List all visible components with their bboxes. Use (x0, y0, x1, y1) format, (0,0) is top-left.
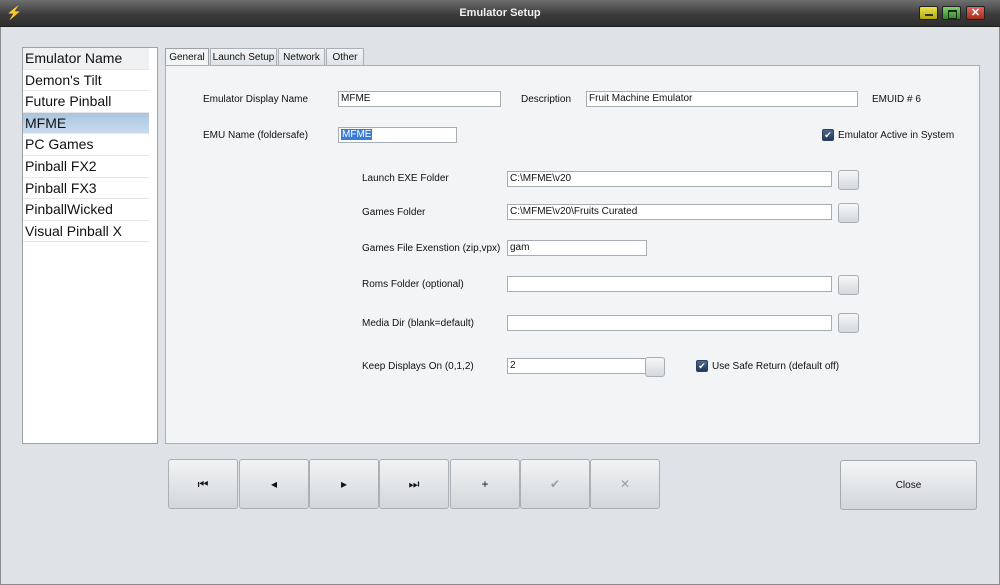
emu-name-field[interactable]: MFME (338, 127, 457, 143)
media-dir-field[interactable] (507, 315, 832, 331)
keep-displays-label: Keep Displays On (0,1,2) (362, 361, 474, 372)
prior-record-icon: ◂ (270, 477, 278, 491)
list-header-emulator-name[interactable]: Emulator Name (23, 48, 149, 70)
games-folder-field[interactable]: C:\MFME\v20\Fruits Curated (507, 204, 832, 220)
emuid-display: EMUID # 6 (872, 94, 921, 105)
description-label: Description (521, 94, 572, 105)
minimize-button[interactable] (919, 6, 938, 20)
launch-exe-browse-button[interactable] (838, 170, 859, 190)
tab-network[interactable]: Network (278, 48, 325, 66)
cancel-record-button[interactable]: ✕ (590, 459, 660, 509)
emulator-list[interactable]: Emulator Name Demon's Tilt Future Pinbal… (22, 47, 158, 444)
safe-return-checkbox[interactable]: ✔ (696, 360, 708, 372)
safe-return-label[interactable]: Use Safe Return (default off) (712, 361, 839, 372)
display-name-label: Emulator Display Name (203, 94, 309, 105)
maximize-button[interactable] (942, 6, 961, 20)
close-icon: ✕ (970, 7, 981, 19)
last-record-icon: ⏭ (408, 477, 420, 491)
roms-folder-field[interactable] (507, 276, 832, 292)
prior-record-button[interactable]: ◂ (239, 459, 309, 509)
window-title: Emulator Setup (459, 7, 541, 19)
title-bar: ⚡ Emulator Setup ✕ (0, 0, 1000, 27)
games-extension-field[interactable]: gam (507, 240, 647, 256)
checkmark-icon: ✔ (698, 361, 706, 371)
games-folder-label: Games Folder (362, 207, 426, 218)
list-item-pc-games[interactable]: PC Games (23, 134, 149, 156)
last-record-button[interactable]: ⏭ (379, 459, 449, 509)
emulator-active-checkbox[interactable]: ✔ (822, 129, 834, 141)
keep-displays-spin-button[interactable] (645, 357, 665, 377)
emuid-value: 6 (915, 94, 921, 105)
media-dir-browse-button[interactable] (838, 313, 859, 333)
games-folder-browse-button[interactable] (838, 203, 859, 223)
description-field[interactable]: Fruit Machine Emulator (586, 91, 858, 107)
close-button[interactable]: Close (840, 460, 977, 510)
list-item-pinballwicked[interactable]: PinballWicked (23, 199, 149, 221)
emu-name-label: EMU Name (foldersafe) (203, 130, 309, 141)
plus-icon: + (481, 477, 489, 491)
cancel-x-icon: ✕ (619, 477, 631, 491)
emuid-label: EMUID # (872, 94, 913, 105)
list-item-demons-tilt[interactable]: Demon's Tilt (23, 70, 149, 92)
launch-exe-field[interactable]: C:\MFME\v20 (507, 171, 832, 187)
close-window-button[interactable]: ✕ (966, 6, 985, 20)
next-record-button[interactable]: ▸ (309, 459, 379, 509)
checkmark-icon: ✔ (824, 130, 832, 140)
list-item-future-pinball[interactable]: Future Pinball (23, 91, 149, 113)
tab-launch-setup[interactable]: Launch Setup (210, 48, 277, 66)
tab-other[interactable]: Other (326, 48, 364, 66)
roms-folder-browse-button[interactable] (838, 275, 859, 295)
launch-exe-label: Launch EXE Folder (362, 173, 449, 184)
display-name-field[interactable]: MFME (338, 91, 501, 107)
first-record-button[interactable]: ⏮ (168, 459, 238, 509)
next-record-icon: ▸ (340, 477, 348, 491)
keep-displays-field[interactable]: 2 (507, 358, 647, 374)
insert-record-button[interactable]: + (450, 459, 520, 509)
post-record-button[interactable]: ✔ (520, 459, 590, 509)
emulator-active-label[interactable]: Emulator Active in System (838, 130, 954, 141)
first-record-icon: ⏮ (197, 477, 209, 491)
list-item-mfme[interactable]: MFME (23, 112, 149, 135)
emu-name-selected-text: MFME (341, 129, 373, 140)
list-item-pinball-fx2[interactable]: Pinball FX2 (23, 156, 149, 178)
list-item-pinball-fx3[interactable]: Pinball FX3 (23, 178, 149, 200)
roms-folder-label: Roms Folder (optional) (362, 279, 464, 290)
checkmark-icon: ✔ (549, 477, 561, 491)
list-item-visual-pinball-x[interactable]: Visual Pinball X (23, 221, 149, 243)
media-dir-label: Media Dir (blank=default) (362, 318, 474, 329)
games-extension-label: Games File Exenstion (zip,vpx) (362, 243, 501, 254)
